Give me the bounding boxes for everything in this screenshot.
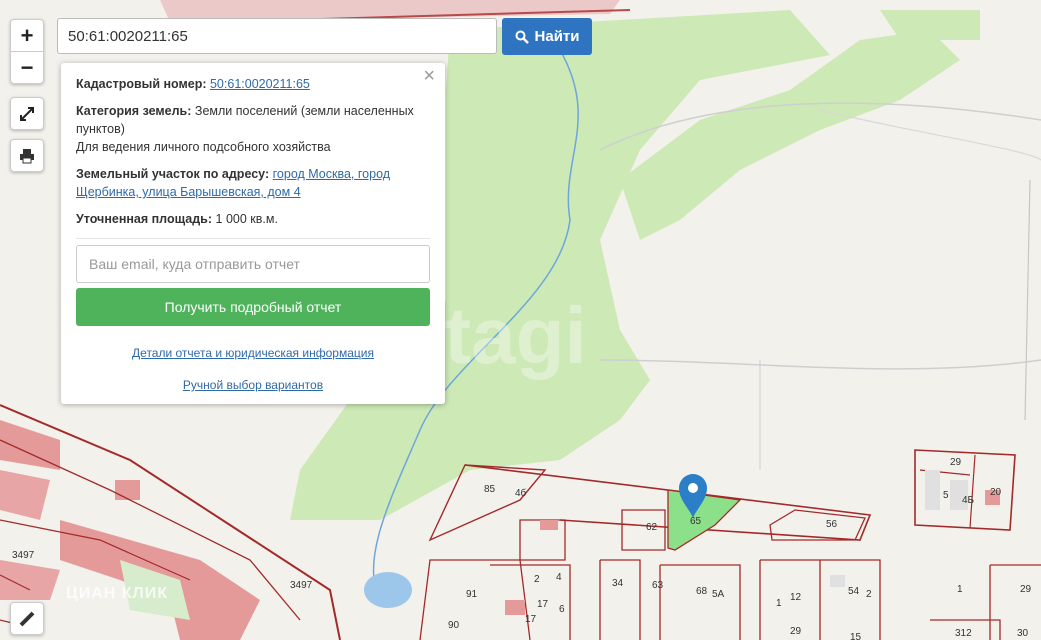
parcel-number-label: 90 [448,620,460,631]
map-attribution: ЦИАН КЛИК [66,585,168,602]
parcel-number-label: 1 [776,598,782,609]
expand-icon [11,98,43,129]
manual-selection-link[interactable]: Ручной выбор вариантов [183,378,323,392]
area-value: 1 000 кв.м. [215,212,278,226]
building [505,600,525,615]
report-details-link[interactable]: Детали отчета и юридическая информация [132,346,374,360]
zoom-in-button[interactable]: + [11,20,43,51]
zoom-control: + − [10,19,44,84]
building [540,520,558,530]
fullscreen-button[interactable] [10,97,44,130]
parcel-number-label: 312 [955,628,972,639]
address-row: Земельный участок по адресу: город Москв… [76,165,430,201]
category-label: Категория земель: [76,104,192,118]
parcel-number-label: 4б [515,487,527,499]
parcel-info-popup: × Кадастровый номер: 50:61:0020211:65 Ка… [61,63,445,404]
get-report-button[interactable]: Получить подробный отчет [76,288,430,326]
zoom-out-button[interactable]: − [11,51,43,83]
address-label: Земельный участок по адресу: [76,167,270,181]
close-icon[interactable]: × [423,66,435,86]
printer-icon [11,140,43,171]
parcel-number-label: 68 [696,586,708,597]
parcel-number-label: 6 [559,604,565,615]
parcel-number-label: 30 [1017,628,1029,639]
area-label: Уточненная площадь: [76,212,213,226]
parcel-number-label: 2 [534,574,540,585]
parcel-number-label: 15 [850,632,862,640]
parcel-number-label: 29 [1020,584,1032,595]
details-link-row: Детали отчета и юридическая информация [76,344,430,362]
ruler-button[interactable] [10,602,44,635]
parcel-number-label: 2 [866,589,872,600]
divider [76,238,430,239]
parcel-number-label: 56 [826,519,838,530]
parcel-number-label: 65 [690,516,702,527]
parcel-number-label: 5А [712,589,725,600]
cadastral-link[interactable]: 50:61:0020211:65 [210,77,310,91]
pond [364,572,412,608]
cadastral-label: Кадастровый номер: [76,77,207,91]
parcel-number-label: 5 [943,490,949,501]
parcel-number-label: 62 [646,522,658,533]
parcel-number-label: 20 [990,487,1002,498]
category-row: Категория земель: Земли поселений (земли… [76,102,430,156]
parcel-number-label: 34 [612,578,624,589]
parcel-number-label: 85 [484,484,496,495]
parcel-number-label: 29 [790,626,802,637]
parcel-number-label: 1 [957,584,963,595]
parcel-number-label: 4 [556,572,562,583]
parcel-number-label: 29 [950,457,962,468]
cadastral-search-input[interactable] [57,18,497,54]
land-use-value: Для ведения личного подсобного хозяйства [76,140,331,154]
email-field[interactable] [76,245,430,283]
find-button[interactable]: Найти [502,18,592,55]
parcel-number-label: 63 [652,580,664,591]
manual-link-row: Ручной выбор вариантов [76,376,430,394]
parcel-number-label: 4Б [962,495,975,506]
ruler-icon [11,603,43,634]
print-button[interactable] [10,139,44,172]
parcel-number-label: 17 [525,614,537,625]
building [925,470,940,510]
area-row: Уточненная площадь: 1 000 кв.м. [76,210,430,228]
find-button-label: Найти [534,28,580,45]
parcel-number-label: 3497 [12,550,35,561]
search-icon [515,30,529,44]
parcel-number-label: 12 [790,592,802,603]
parcel-number-label: 54 [848,586,860,597]
cadastral-row: Кадастровый номер: 50:61:0020211:65 [76,75,430,93]
building [830,575,845,587]
parcel-number-label: 17 [537,599,549,610]
building-block [115,480,140,500]
parcel-number-label: 3497 [290,580,313,591]
parcel-number-label: 91 [466,589,478,600]
